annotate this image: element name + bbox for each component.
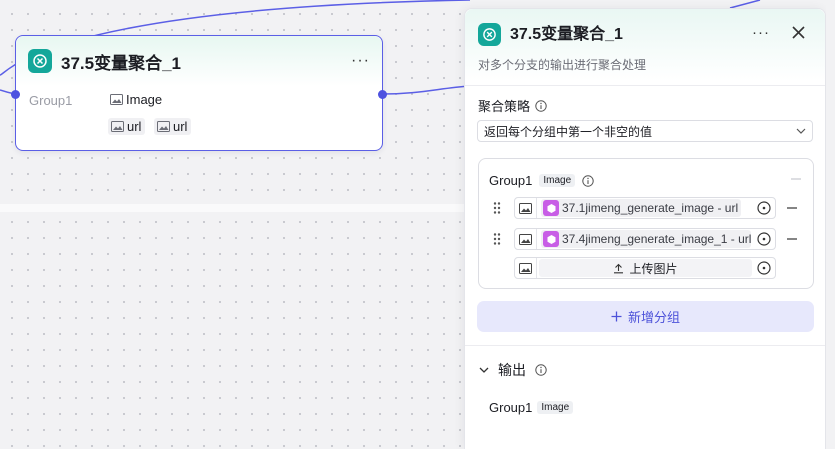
add-group-button[interactable]: 新增分组: [477, 301, 814, 332]
panel-description: 对多个分支的输出进行聚合处理: [478, 58, 647, 72]
node-var-label: Image: [126, 92, 163, 107]
chevron-down-icon: [796, 128, 806, 134]
variable-reference-chip[interactable]: 37.1jimeng_generate_image - url: [541, 199, 742, 217]
variable-reference-text: 37.4jimeng_generate_image_1 - url: [562, 232, 751, 246]
upload-image-button[interactable]: 上传图片: [539, 259, 752, 277]
node-var-url-2: url: [154, 118, 192, 135]
image-icon: [111, 121, 124, 132]
variable-reference-chip[interactable]: 37.4jimeng_generate_image_1 - url: [541, 230, 751, 248]
input-port[interactable]: [11, 90, 20, 99]
node-header: 37.5变量聚合_1 ···: [16, 36, 382, 86]
strategy-label: 聚合策略: [478, 96, 547, 115]
node-more-button[interactable]: ···: [351, 52, 370, 70]
divider: [465, 345, 825, 346]
target-icon[interactable]: [756, 231, 772, 247]
variable-reference-text: 37.1jimeng_generate_image - url: [562, 201, 739, 215]
close-icon[interactable]: [791, 23, 807, 43]
node-title: 37.5变量聚合_1: [61, 53, 181, 73]
output-name: Group1: [489, 400, 533, 415]
group-card: Group1 Image 37.1jimeng_generate_image -…: [478, 158, 814, 289]
image-icon: [157, 121, 170, 132]
output-variable: Group1 Image: [489, 400, 574, 415]
group-name[interactable]: Group1: [489, 173, 532, 188]
output-type-badge: Image: [537, 401, 574, 414]
group-header: Group1 Image: [489, 173, 594, 188]
upload-label: 上传图片: [629, 261, 678, 276]
strategy-label-text: 聚合策略: [478, 99, 531, 114]
output-port[interactable]: [378, 90, 387, 99]
plugin-icon: [543, 200, 559, 216]
image-icon: [515, 229, 537, 249]
variable-field[interactable]: 37.4jimeng_generate_image_1 - url: [514, 228, 776, 250]
variable-row: 37.1jimeng_generate_image - url: [492, 197, 802, 219]
minus-icon[interactable]: [787, 232, 797, 246]
node-var-label: url: [127, 119, 142, 134]
output-label: 输出: [498, 362, 526, 378]
info-icon[interactable]: [535, 364, 547, 376]
upload-field[interactable]: 上传图片: [514, 257, 776, 279]
add-group-label: 新增分组: [627, 310, 680, 325]
node-group-label: Group1: [29, 93, 73, 108]
node-group-row: Group1: [29, 93, 72, 108]
plus-icon: [611, 311, 622, 322]
output-section-toggle[interactable]: 输出: [479, 360, 547, 380]
variable-field[interactable]: 37.1jimeng_generate_image - url: [514, 197, 776, 219]
minus-icon[interactable]: [791, 172, 801, 186]
strategy-value: 返回每个分组中第一个非空的值: [484, 124, 653, 139]
strategy-select[interactable]: 返回每个分组中第一个非空的值: [477, 120, 813, 142]
panel-title: 37.5变量聚合_1: [510, 26, 623, 43]
chevron-down-icon: [479, 367, 489, 373]
node-var-label: url: [173, 119, 188, 134]
upload-icon: [614, 263, 624, 273]
variable-merge-node[interactable]: 37.5变量聚合_1 ··· Group1 Image url url: [11, 35, 387, 151]
target-icon[interactable]: [756, 260, 772, 276]
upload-row: 上传图片: [492, 257, 802, 279]
canvas-edge: [826, 0, 835, 449]
plugin-icon: [543, 231, 559, 247]
panel-more-button[interactable]: ···: [752, 23, 770, 43]
divider: [465, 85, 825, 86]
node-settings-panel: 37.5变量聚合_1 ··· 对多个分支的输出进行聚合处理 聚合策略 返回每个分…: [464, 8, 826, 449]
drag-handle-icon[interactable]: [492, 232, 502, 246]
variable-merge-icon: [28, 49, 52, 73]
node-var-url-1: url: [108, 118, 146, 135]
node-var-image: Image: [110, 92, 162, 107]
image-icon: [515, 258, 537, 278]
image-icon: [110, 94, 123, 105]
panel-header: 37.5变量聚合_1 ··· 对多个分支的输出进行聚合处理: [465, 9, 825, 81]
drag-handle-icon[interactable]: [492, 201, 502, 215]
variable-row: 37.4jimeng_generate_image_1 - url: [492, 228, 802, 250]
target-icon[interactable]: [756, 200, 772, 216]
info-icon[interactable]: [535, 99, 547, 112]
image-icon: [515, 198, 537, 218]
minus-icon[interactable]: [787, 201, 797, 215]
info-icon[interactable]: [582, 174, 594, 187]
variable-merge-icon: [478, 23, 501, 46]
group-type-badge: Image: [539, 174, 576, 187]
